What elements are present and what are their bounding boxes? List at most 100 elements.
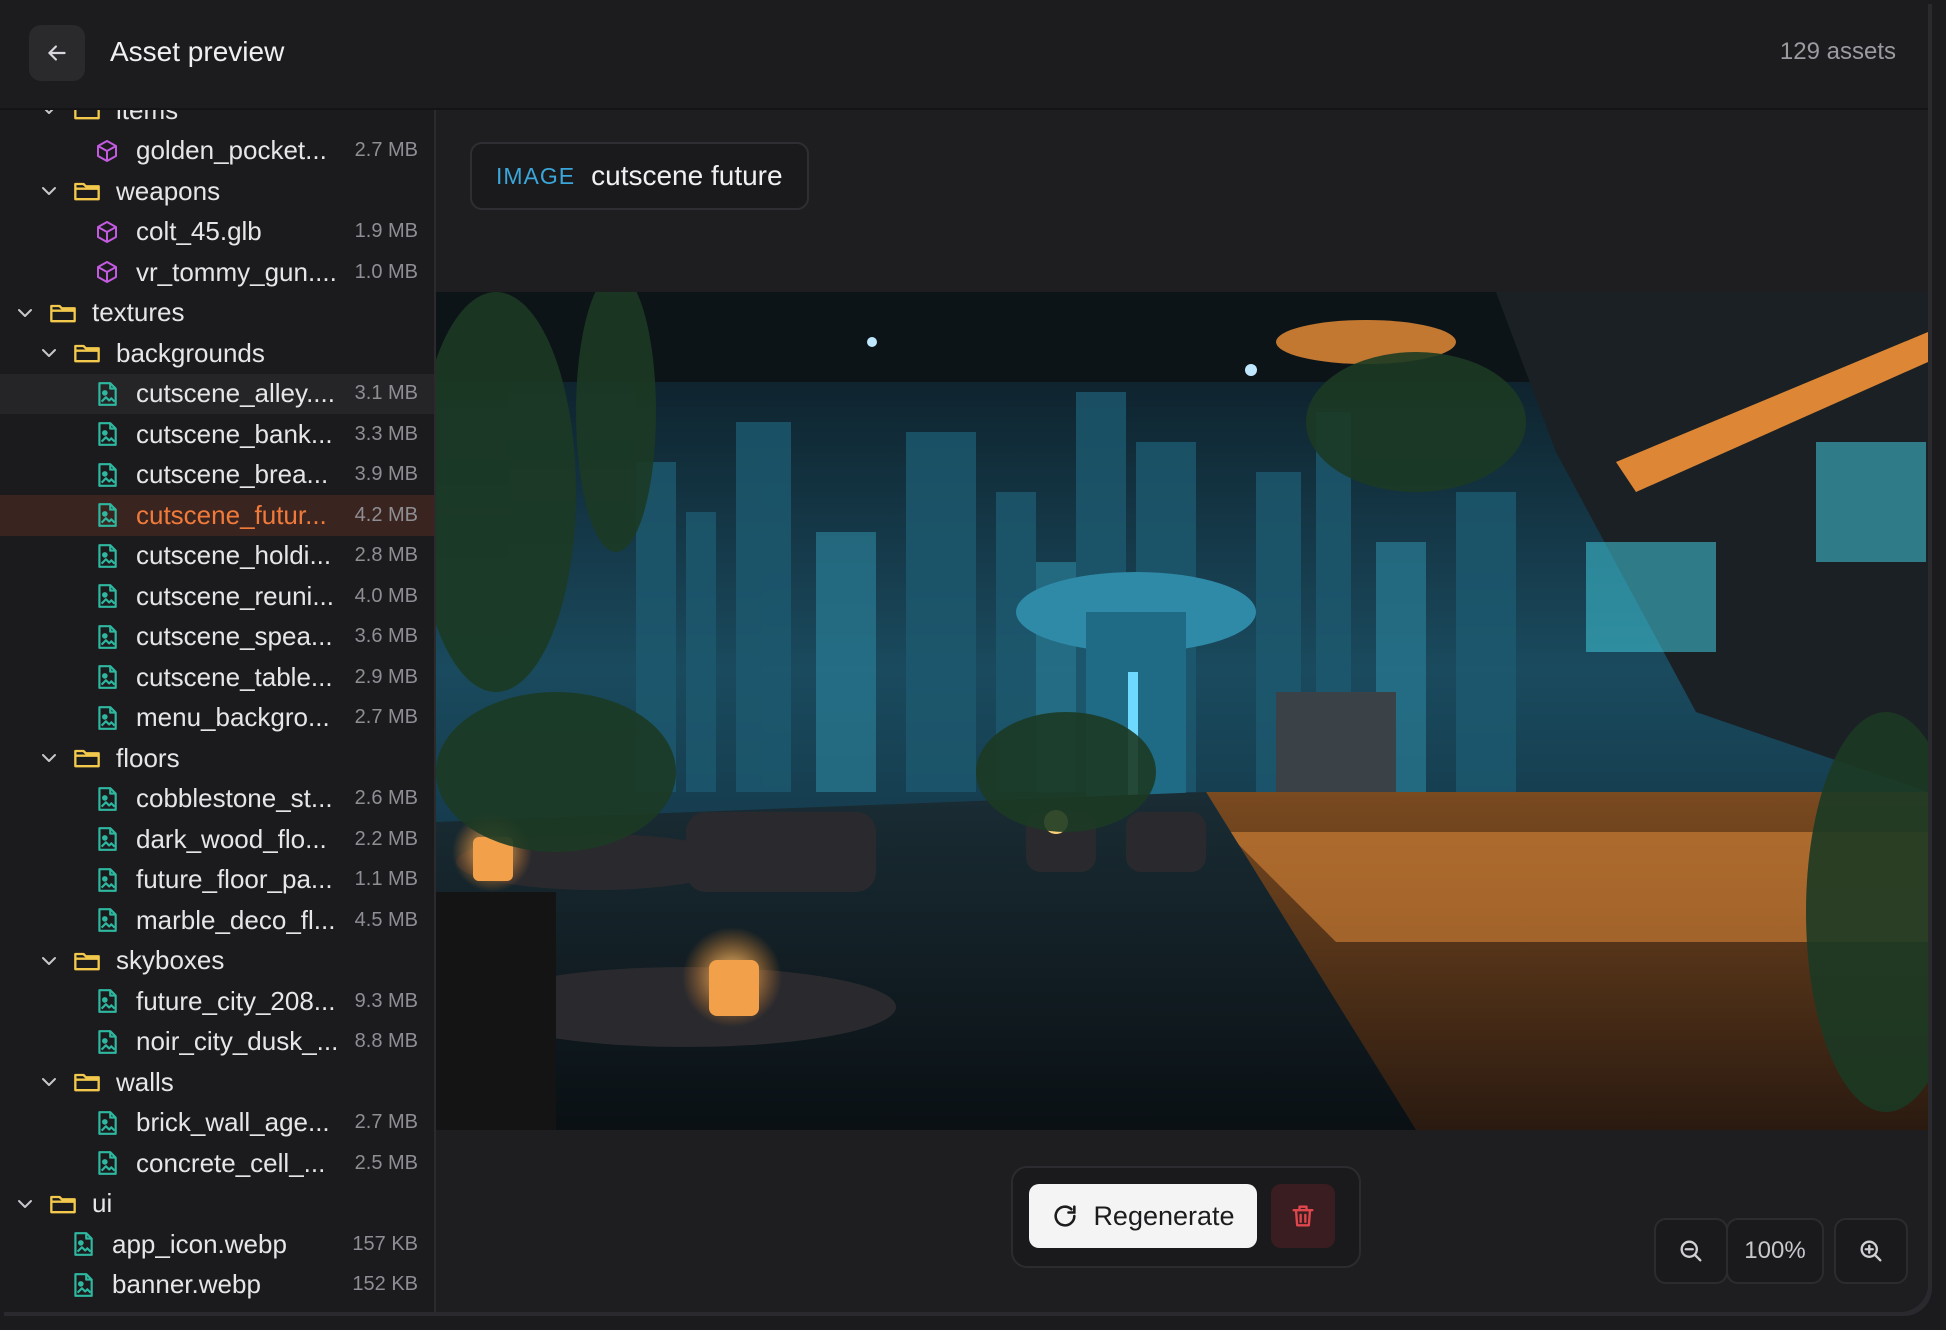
file-size: 157 KB [352,1232,418,1255]
cube-icon [92,219,122,245]
zoom-out-icon [1680,1240,1702,1262]
file-size: 1.1 MB [354,868,418,891]
zoom-in-button[interactable] [1834,1218,1908,1284]
chevron-down-icon[interactable] [38,950,60,972]
file-name: brick_wall_age... [136,1107,330,1138]
delete-button[interactable] [1271,1184,1335,1248]
zoom-level: 100% [1726,1218,1824,1284]
chevron-down-icon[interactable] [38,342,60,364]
file-size: 4.2 MB [354,503,418,526]
tree-file[interactable]: marble_deco_fl... 4.5 MB [0,900,434,941]
file-size: 2.8 MB [354,544,418,567]
file-size: 3.1 MB [354,382,418,405]
image-preview [436,292,1928,1130]
file-size: 1.0 MB [354,260,418,283]
folder-open-icon [72,948,102,974]
zoom-out-button[interactable] [1654,1218,1728,1284]
tree-folder[interactable]: walls [0,1062,434,1103]
image-file-icon [92,583,122,609]
tree-folder[interactable]: skyboxes [0,941,434,982]
folder-open-icon [48,300,78,326]
folder-name: skyboxes [116,945,225,976]
tree-file[interactable]: vr_tommy_gun.... 1.0 MB [0,252,434,293]
tree-file[interactable]: banner.webp 152 KB [0,1265,434,1306]
tree-file[interactable]: cutscene_spea... 3.6 MB [0,617,434,658]
chevron-down-icon[interactable] [38,180,60,202]
image-file-icon [92,381,122,407]
tree-file[interactable]: cutscene_bank... 3.3 MB [0,414,434,455]
file-name: vr_tommy_gun.... [136,256,337,287]
file-size: 2.9 MB [354,665,418,688]
asset-tree-sidebar[interactable]: items golden_pocket... 2.7 MB weapons colt_4… [0,110,436,1312]
file-size: 8.8 MB [354,1030,418,1053]
image-file-icon [68,1272,98,1298]
file-size: 4.0 MB [354,584,418,607]
arrow-left-icon [48,45,66,61]
file-name: cutscene_bank... [136,418,333,449]
tree-file[interactable]: future_floor_pa... 1.1 MB [0,860,434,901]
file-name: menu_backgro... [136,702,330,733]
file-name: future_floor_pa... [136,864,333,895]
tree-file[interactable]: cutscene_table... 2.9 MB [0,657,434,698]
file-name: golden_pocket... [136,135,327,166]
chevron-down-icon[interactable] [14,1193,36,1215]
tree-file[interactable]: colt_45.glb 1.9 MB [0,212,434,253]
folder-open-icon [72,340,102,366]
file-size: 2.5 MB [354,1151,418,1174]
back-button[interactable] [29,25,85,81]
folder-name: ui [92,1188,113,1219]
tree-file[interactable]: future_city_208... 9.3 MB [0,981,434,1022]
tree-file[interactable]: dark_wood_flo... 2.2 MB [0,819,434,860]
preview-panel: IMAGE cutscene future Regenerate 100% [436,110,1928,1312]
tree-file[interactable]: cutscene_futur... 4.2 MB [0,495,434,536]
image-file-icon [92,543,122,569]
file-size: 2.6 MB [354,787,418,810]
tree-folder[interactable]: ui [0,1184,434,1225]
file-size: 3.3 MB [354,422,418,445]
tree-folder[interactable]: backgrounds [0,333,434,374]
tree-folder[interactable]: items [0,110,434,131]
image-file-icon [68,1231,98,1257]
tree-file[interactable]: cutscene_reuni... 4.0 MB [0,576,434,617]
tree-file[interactable]: brick_wall_age... 2.7 MB [0,1103,434,1144]
file-name: marble_deco_fl... [136,904,336,935]
image-file-icon [92,1150,122,1176]
file-name: cutscene_spea... [136,621,333,652]
asset-type-chip: IMAGE cutscene future [470,142,809,210]
chevron-down-icon[interactable] [38,747,60,769]
tree-file[interactable]: app_icon.webp 157 KB [0,1224,434,1265]
tree-file[interactable]: cutscene_brea... 3.9 MB [0,455,434,496]
image-file-icon [92,988,122,1014]
chevron-down-icon[interactable] [38,1071,60,1093]
tree-folder[interactable]: weapons [0,171,434,212]
image-file-icon [92,705,122,731]
tree-file[interactable]: cobblestone_st... 2.6 MB [0,779,434,820]
file-name: banner.webp [112,1269,261,1300]
tree-file[interactable]: menu_backgro... 2.7 MB [0,698,434,739]
tree-file[interactable]: concrete_cell_... 2.5 MB [0,1143,434,1184]
folder-open-icon [72,178,102,204]
tree-file[interactable]: cutscene_holdi... 2.8 MB [0,536,434,577]
folder-name: weapons [116,175,221,206]
tree-file[interactable]: noir_city_dusk_... 8.8 MB [0,1022,434,1063]
zoom-in-icon [1860,1240,1882,1262]
folder-name: backgrounds [116,337,265,368]
asset-count: 129 assets [1779,38,1896,65]
cube-icon [92,259,122,285]
image-file-icon [92,867,122,893]
tree-file[interactable]: golden_pocket... 2.7 MB [0,131,434,172]
chevron-down-icon[interactable] [14,302,36,324]
header: Asset preview 129 assets [0,0,1928,110]
folder-open-icon [72,1069,102,1095]
folder-open-icon [72,110,102,123]
folder-name: walls [116,1066,174,1097]
tree-folder[interactable]: floors [0,738,434,779]
file-size: 2.7 MB [354,139,418,162]
asset-type-tag: IMAGE [496,162,576,189]
file-size: 4.5 MB [354,908,418,931]
app-window: Asset preview 129 assets items golden_poc… [0,0,1928,1312]
regenerate-button[interactable]: Regenerate [1029,1184,1257,1248]
tree-file[interactable]: cutscene_alley.... 3.1 MB [0,373,434,414]
tree-folder[interactable]: textures [0,293,434,334]
chevron-down-icon[interactable] [38,110,60,121]
